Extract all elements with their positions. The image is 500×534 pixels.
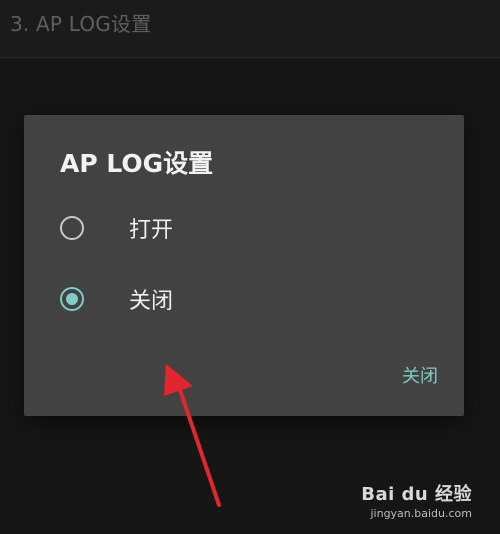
page-header-title: 3. AP LOG设置	[10, 12, 152, 36]
option-close[interactable]: 关闭	[60, 279, 440, 319]
ap-log-dialog: AP LOG设置 打开 关闭 关闭	[24, 115, 464, 416]
radio-close-icon[interactable]	[60, 287, 84, 311]
radio-open-icon[interactable]	[60, 216, 84, 240]
radio-selected-dot	[66, 293, 78, 305]
option-open[interactable]: 打开	[60, 208, 440, 248]
option-close-label: 关闭	[129, 289, 174, 314]
watermark-logo-text: Bai du 经验	[361, 484, 472, 505]
baidu-jingyan-watermark: Bai du 经验 jingyan.baidu.com	[361, 480, 472, 520]
option-open-label: 打开	[129, 218, 174, 243]
dialog-title: AP LOG设置	[60, 149, 214, 178]
dialog-close-button[interactable]: 关闭	[402, 362, 438, 388]
watermark-url: jingyan.baidu.com	[370, 507, 472, 520]
